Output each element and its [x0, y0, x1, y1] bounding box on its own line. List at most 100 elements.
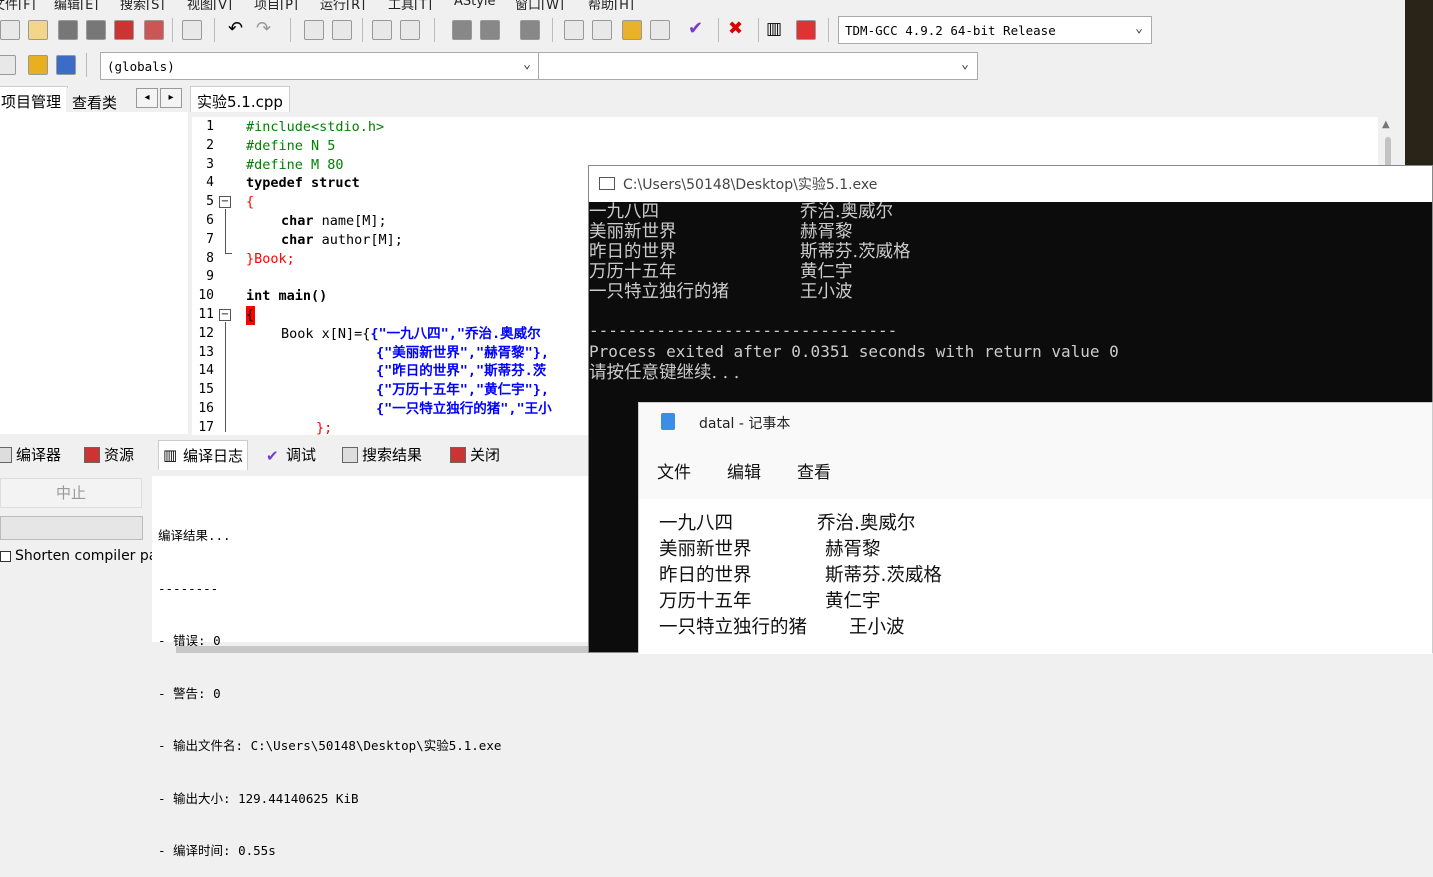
tab-search-results[interactable]: 搜索结果	[342, 444, 422, 465]
check-syntax-icon[interactable]: ✔	[688, 20, 708, 40]
replace-icon[interactable]	[332, 20, 352, 40]
stop-icon[interactable]: ✖	[728, 20, 748, 40]
menu-help[interactable]: 帮助[H]	[588, 0, 634, 10]
tab-compiler-label: 编译器	[16, 446, 62, 464]
log-line: - 警告: 0	[158, 685, 221, 701]
goto-bookmark-icon[interactable]	[480, 20, 500, 40]
tab-close-label: 关闭	[470, 446, 501, 464]
goto-icon[interactable]	[28, 55, 48, 75]
notepad-text-area[interactable]: 一九八四 乔治.奥威尔 美丽新世界 赫胥黎 昨日的世界 斯蒂芬.茨威格 万历十五…	[639, 499, 1432, 654]
line-number: 2	[206, 137, 214, 153]
console-row-author: 乔治.奥威尔	[800, 202, 894, 222]
menu-tools[interactable]: 工具[T]	[388, 0, 432, 10]
menu-view[interactable]: 视图[V]	[187, 0, 232, 10]
console-row-book: 美丽新世界	[589, 222, 677, 242]
tab-compiler[interactable]: 编译器	[0, 444, 61, 465]
abort-button[interactable]: 中止	[0, 478, 142, 508]
line-number: 15	[198, 382, 214, 398]
globals-select[interactable]: (globals) ⌄	[100, 52, 540, 80]
code-line: typedef struct	[246, 175, 360, 192]
menu-bar: 文件[F] 编辑[E] 搜索[S] 视图[V] 项目[P] 运行[R] 工具[T…	[0, 0, 1405, 10]
compile-icon[interactable]	[564, 20, 584, 40]
undo-icon[interactable]: ↶	[228, 20, 248, 40]
line-gutter: 1 2 3 4 5 6 7 8 9 10 11 12 13 14 15 16 1…	[192, 117, 242, 435]
fold-toggle-icon[interactable]: −	[219, 196, 231, 208]
compiler-icon	[0, 446, 12, 463]
menu-astyle[interactable]: AStyle	[454, 0, 496, 9]
code-line: {"一只特立独行的猪","王小	[376, 401, 552, 417]
log-line: --------	[158, 580, 219, 596]
tab-project[interactable]: 项目管理	[0, 86, 69, 112]
print-icon[interactable]	[182, 20, 202, 40]
chart-icon: ▥	[163, 445, 178, 464]
comment-icon[interactable]	[520, 20, 540, 40]
code-line: {"昨日的世界","斯蒂芬.茨	[376, 363, 547, 380]
tab-classes[interactable]: 查看类	[66, 88, 124, 114]
code-line: }Book;	[246, 250, 295, 267]
line-number: 4	[206, 175, 214, 191]
tab-search-results-label: 搜索结果	[362, 446, 423, 464]
rebuild-icon[interactable]	[650, 20, 670, 40]
chart-icon[interactable]: ▥	[766, 20, 786, 40]
shorten-compiler-checkbox[interactable]: Shorten compiler pa	[0, 546, 157, 566]
console-title: C:\Users\50148\Desktop\实验5.1.exe	[623, 177, 878, 193]
line-number: 11	[198, 307, 214, 322]
line-number: 10	[198, 288, 214, 304]
line-number: 16	[198, 401, 214, 416]
menu-window[interactable]: 窗口[W]	[515, 0, 564, 10]
save-all-icon[interactable]	[86, 20, 106, 40]
menu-edit[interactable]: 编辑[E]	[54, 0, 98, 10]
code-text: author[M];	[313, 231, 403, 248]
tab-file[interactable]: 实验5.1.cpp	[190, 86, 290, 112]
save-icon[interactable]	[58, 20, 78, 40]
menu-file[interactable]: 文件[F]	[0, 0, 36, 10]
insert-icon[interactable]	[0, 55, 16, 75]
compile-run-icon[interactable]	[622, 20, 642, 40]
code-line: };	[316, 419, 333, 435]
close-all-icon[interactable]	[144, 20, 164, 40]
bookmark-icon[interactable]	[56, 55, 76, 75]
notepad-row-book: 美丽新世界	[659, 539, 752, 560]
notepad-window[interactable]: datal - 记事本 文件 编辑 查看 一九八四 乔治.奥威尔 美丽新世界 赫…	[638, 402, 1433, 654]
menu-project[interactable]: 项目[P]	[254, 0, 298, 10]
line-number: 6	[206, 213, 214, 228]
notepad-menu-view[interactable]: 查看	[797, 458, 831, 483]
unindent-icon[interactable]	[400, 20, 420, 40]
fold-toggle-icon[interactable]: −	[219, 309, 231, 321]
tab-compile-log[interactable]: ▥ 编译日志	[158, 440, 249, 470]
console-row-author: 黄仁宇	[800, 262, 853, 282]
indent-icon[interactable]	[372, 20, 392, 40]
close-file-icon[interactable]	[114, 20, 134, 40]
new-file-icon[interactable]	[0, 20, 20, 40]
line-number: 14	[198, 363, 214, 379]
menu-run[interactable]: 运行[R]	[320, 0, 365, 10]
tab-debug[interactable]: ✔ 调试	[266, 444, 316, 465]
compiler-select[interactable]: TDM-GCC 4.9.2 64-bit Release ⌄	[838, 16, 1152, 44]
code-string: {"一九八四","乔治.奥威尔	[370, 325, 541, 342]
tab-close[interactable]: 关闭	[450, 444, 500, 465]
chevron-down-icon: ⌄	[1135, 21, 1143, 36]
tab-resources[interactable]: 资源	[84, 444, 134, 465]
menu-search[interactable]: 搜索[S]	[120, 0, 164, 10]
code-line: char author[M];	[281, 231, 403, 250]
notepad-menu-edit[interactable]: 编辑	[727, 458, 761, 483]
line-number: 7	[206, 231, 214, 247]
notepad-row-author: 斯蒂芬.茨威格	[825, 565, 942, 586]
code-line: char name[M];	[281, 212, 387, 231]
open-file-icon[interactable]	[28, 20, 48, 40]
console-row-author: 斯蒂芬.茨威格	[800, 242, 911, 262]
scroll-up-icon[interactable]: ▲	[1382, 119, 1390, 130]
toggle-bookmark-icon[interactable]	[452, 20, 472, 40]
redo-icon[interactable]: ↷	[256, 20, 276, 40]
tab-scroll-right-icon[interactable]: ▸	[160, 88, 182, 108]
log-hscrollbar[interactable]	[176, 646, 588, 653]
log-line: - 输出文件名: C:\Users\50148\Desktop\实验5.1.ex…	[158, 738, 502, 753]
profile-delete-icon[interactable]	[796, 20, 816, 40]
notepad-icon	[661, 413, 675, 430]
line-number: 9	[206, 269, 214, 285]
notepad-menu-file[interactable]: 文件	[657, 458, 691, 483]
tab-scroll-left-icon[interactable]: ◂	[136, 88, 158, 108]
run-icon[interactable]	[592, 20, 612, 40]
members-select[interactable]: ⌄	[538, 52, 978, 80]
find-icon[interactable]	[304, 20, 324, 40]
